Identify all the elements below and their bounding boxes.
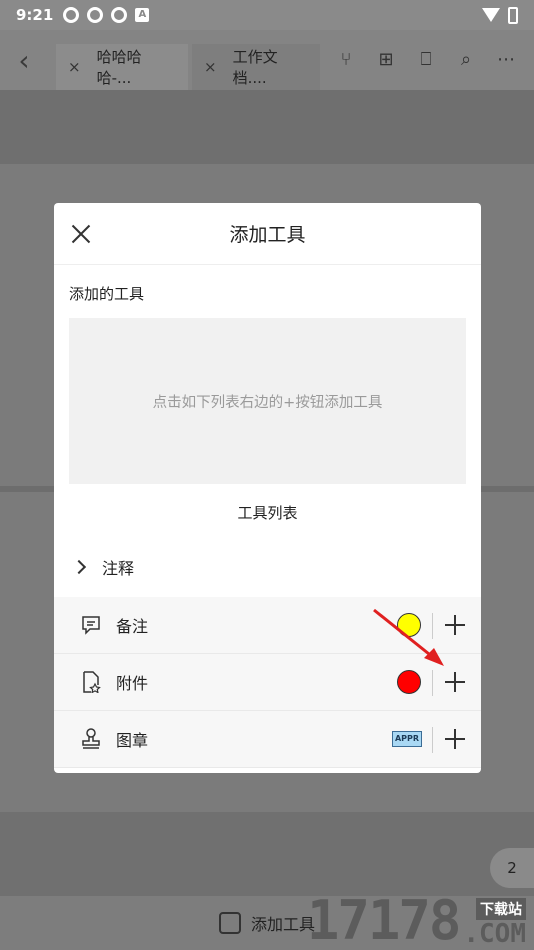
dialog-header: 添加工具 <box>54 203 481 265</box>
color-swatch[interactable] <box>397 670 421 694</box>
status-bar: 9:21 A <box>0 0 534 30</box>
status-time: 9:21 <box>16 6 54 24</box>
watermark-number: 17178 <box>306 889 462 950</box>
close-tab-icon[interactable]: × <box>68 58 81 76</box>
notification-icon <box>87 7 104 23</box>
app-badge-icon: A <box>135 8 150 22</box>
red-arrow-annotation <box>373 608 444 666</box>
watermark-logo: 17178 下载站 .COM <box>307 894 526 948</box>
back-icon[interactable]: ‹ <box>0 44 48 77</box>
notification-icon <box>111 7 128 23</box>
notification-icon <box>63 7 80 23</box>
document-area <box>0 90 534 164</box>
added-tools-area: 点击如下列表右边的+按钮添加工具 <box>69 318 466 484</box>
add-tool-dialog: 添加工具 添加的工具 点击如下列表右边的+按钮添加工具 工具列表 注释 备注 附… <box>54 203 481 773</box>
tab-label: 工作文档.... <box>232 48 278 87</box>
added-tools-label: 添加的工具 <box>69 285 145 303</box>
grid-icon[interactable]: ⊞ <box>376 50 396 70</box>
bottom-bar-label: 添加工具 <box>250 915 315 934</box>
close-tab-icon[interactable]: × <box>204 58 217 76</box>
chevron-right-icon <box>71 559 87 575</box>
doc-toolbar: ‹ × 哈哈哈哈-... × 工作文档.... ⑂ ⊞ ⎕ ⌕ ⋯ <box>0 30 534 90</box>
tool-row-stamp: 图章 APPR <box>54 711 481 768</box>
category-annotation[interactable]: 注释 <box>54 547 481 587</box>
share-icon[interactable]: ⑂ <box>336 50 356 70</box>
dialog-title: 添加工具 <box>229 224 306 246</box>
wifi-icon <box>482 8 500 22</box>
page-indicator: 2 <box>490 848 534 888</box>
tab-label: 哈哈哈哈-... <box>96 48 142 87</box>
watermark-cn: 下载站 <box>476 898 526 920</box>
stamp-icon <box>80 728 102 750</box>
tool-label: 备注 <box>116 617 149 636</box>
add-tool-icon <box>218 912 241 934</box>
stamp-preview[interactable]: APPR <box>392 731 422 747</box>
tab-doc-1[interactable]: × 哈哈哈哈-... <box>56 44 188 90</box>
battery-icon <box>508 6 518 24</box>
category-label: 注释 <box>102 559 135 578</box>
watermark-com: .COM <box>463 919 526 949</box>
note-icon <box>80 614 102 636</box>
bookmark-icon[interactable]: ⎕ <box>416 50 436 70</box>
tool-list-title: 工具列表 <box>237 504 298 522</box>
tool-label: 图章 <box>116 731 149 750</box>
more-icon[interactable]: ⋯ <box>496 50 516 70</box>
empty-hint: 点击如下列表右边的+按钮添加工具 <box>152 394 383 411</box>
tool-label: 附件 <box>116 674 149 693</box>
close-icon[interactable] <box>68 221 94 247</box>
attachment-icon <box>80 671 102 693</box>
add-attachment-button[interactable] <box>445 672 465 692</box>
tab-doc-2[interactable]: × 工作文档.... <box>192 44 320 90</box>
add-stamp-button[interactable] <box>445 729 465 749</box>
search-icon[interactable]: ⌕ <box>456 50 476 70</box>
